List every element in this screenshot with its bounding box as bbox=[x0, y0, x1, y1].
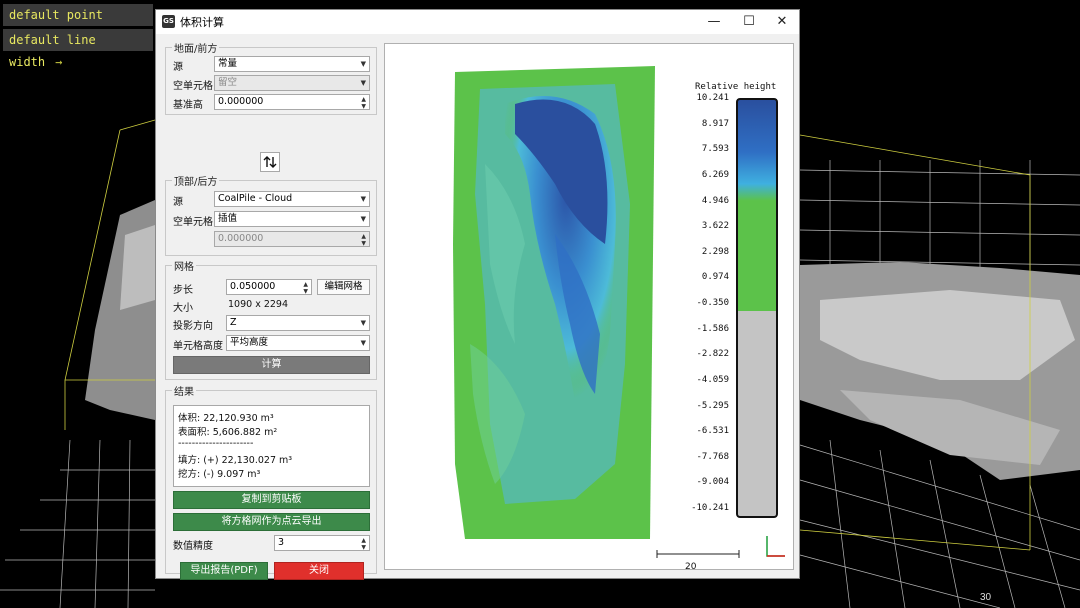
chevron-down-icon: ▼ bbox=[360, 319, 366, 327]
color-scale-bar bbox=[736, 98, 778, 518]
swap-arrows-icon bbox=[263, 156, 277, 168]
color-scale-tick-label: -2.822 bbox=[696, 349, 729, 360]
top-value: 0.000000 bbox=[218, 233, 264, 244]
spin-arrows-icon[interactable]: ▲ ▼ bbox=[361, 537, 366, 550]
chevron-down-icon: ▼ bbox=[360, 79, 366, 87]
settings-panel: 地面/前方 源 常量 ▼ 空单元格 留空 ▼ 基准高 0.000000 ▲▼ bbox=[156, 34, 381, 580]
color-scale-tick-label: 3.622 bbox=[701, 221, 729, 232]
step-value: 0.050000 bbox=[230, 281, 276, 292]
cell-height-value: 平均高度 bbox=[230, 337, 269, 348]
viewer-scale-label: 30 bbox=[980, 592, 992, 603]
ground-source-label: 源 bbox=[173, 62, 183, 73]
cell-height-select[interactable]: 平均高度 ▼ bbox=[226, 335, 370, 351]
color-scale-tick-label: -4.059 bbox=[696, 374, 729, 385]
ground-source-value: 常量 bbox=[218, 58, 238, 69]
maximize-button[interactable]: ☐ bbox=[731, 10, 767, 34]
ground-source-select[interactable]: 常量 ▼ bbox=[214, 56, 370, 72]
precision-label: 数值精度 bbox=[173, 541, 213, 552]
color-scale-tick-label: 4.946 bbox=[701, 195, 729, 206]
grid-size-value: 1090 x 2294 bbox=[228, 299, 289, 310]
precision-value: 3 bbox=[278, 537, 285, 548]
height-map-canvas bbox=[453, 66, 785, 558]
title-bar[interactable]: GS 体积计算 — ☐ ✕ bbox=[156, 10, 799, 34]
copy-to-clipboard-button[interactable]: 复制到剪贴板 bbox=[173, 491, 370, 509]
color-scale-tick-label: -5.295 bbox=[696, 400, 729, 411]
color-scale-tick-label: -9.004 bbox=[696, 477, 729, 488]
axis-indicator-icon bbox=[766, 536, 785, 557]
results-group-title: 结果 bbox=[172, 383, 196, 398]
ground-group: 地面/前方 源 常量 ▼ 空单元格 留空 ▼ 基准高 0.000000 ▲ ▼ bbox=[165, 40, 377, 115]
ground-group-title: 地面/前方 bbox=[172, 40, 220, 55]
top-group: 顶部/后方 源 CoalPile - Cloud ▼ 空单元格 插值 ▼ 0.0… bbox=[165, 173, 377, 256]
projection-value: Z bbox=[230, 317, 237, 328]
color-scale-tick-label: 6.269 bbox=[701, 169, 729, 180]
results-group: 结果 体积: 22,120.930 m³ 表面积: 5,606.882 m² -… bbox=[165, 383, 377, 580]
scale-bar-line bbox=[656, 550, 740, 558]
top-empty-cell-value: 插值 bbox=[218, 213, 238, 224]
close-window-button[interactable]: ✕ bbox=[764, 10, 800, 34]
base-height-spinbox[interactable]: 0.000000 ▲ ▼ bbox=[214, 94, 370, 110]
edit-grid-button[interactable]: 编辑网格 bbox=[317, 279, 370, 295]
chevron-down-icon: ▼ bbox=[360, 60, 366, 68]
spin-arrows-icon[interactable]: ▲ ▼ bbox=[303, 281, 308, 294]
size-label: 大小 bbox=[173, 303, 193, 314]
app-logo-icon: GS bbox=[162, 15, 175, 28]
spin-arrows-icon[interactable]: ▲ ▼ bbox=[361, 233, 366, 246]
result-separator: ---------------------- bbox=[178, 438, 254, 449]
top-source-select[interactable]: CoalPile - Cloud ▼ bbox=[214, 191, 370, 207]
projection-select[interactable]: Z ▼ bbox=[226, 315, 370, 331]
chevron-down-icon: ▼ bbox=[360, 339, 366, 347]
color-scale-tick-label: 0.974 bbox=[701, 272, 729, 283]
surface-result: 表面积: 5,606.882 m² bbox=[178, 427, 278, 438]
color-scale-tick-label: -7.768 bbox=[696, 451, 729, 462]
ground-empty-cell-select[interactable]: 留空 ▼ bbox=[214, 75, 370, 91]
volume-result: 体积: 22,120.930 m³ bbox=[178, 413, 274, 424]
cell-height-label: 单元格高度 bbox=[173, 341, 223, 352]
added-volume-result: 填方: (+) 22,130.027 m³ bbox=[178, 455, 293, 466]
overlay-label-point-size: default point size→ bbox=[3, 4, 153, 44]
ground-empty-cell-value: 留空 bbox=[218, 77, 238, 88]
projection-label: 投影方向 bbox=[173, 321, 213, 332]
window-title: 体积计算 bbox=[180, 16, 224, 29]
top-empty-cell-select[interactable]: 插值 ▼ bbox=[214, 211, 370, 227]
chevron-down-icon: ▼ bbox=[360, 195, 366, 203]
ground-empty-cell-label: 空单元格 bbox=[173, 81, 213, 92]
export-report-pdf-button[interactable]: 导出报告(PDF) bbox=[180, 562, 268, 580]
color-scale-tick-label: -6.531 bbox=[696, 426, 729, 437]
color-scale-tick-label: 10.241 bbox=[696, 93, 729, 103]
removed-volume-result: 挖方: (-) 9.097 m³ bbox=[178, 469, 261, 480]
volume-calculation-dialog: GS 体积计算 — ☐ ✕ 地面/前方 源 常量 ▼ 空单元格 留空 ▼ 基准高… bbox=[155, 9, 800, 580]
top-empty-cell-label: 空单元格 bbox=[173, 217, 213, 228]
minimize-button[interactable]: — bbox=[696, 10, 732, 34]
top-group-title: 顶部/后方 bbox=[172, 173, 220, 188]
height-map bbox=[453, 66, 655, 539]
top-source-value: CoalPile - Cloud bbox=[218, 193, 293, 204]
color-scale-tick-label: -10.241 bbox=[691, 503, 729, 513]
top-value-spinbox[interactable]: 0.000000 ▲ ▼ bbox=[214, 231, 370, 247]
height-map-view[interactable]: Relative height 10.241 8.917 7.593 6.269 4.9… bbox=[384, 43, 794, 572]
color-scale-tick-label: -0.350 bbox=[696, 298, 729, 308]
base-height-label: 基准高 bbox=[173, 100, 203, 111]
top-source-label: 源 bbox=[173, 197, 183, 208]
compute-button[interactable]: 计算 bbox=[173, 356, 370, 374]
spin-arrows-icon[interactable]: ▲ ▼ bbox=[361, 96, 366, 109]
legend-title: Relative height bbox=[695, 82, 777, 92]
results-text-box[interactable]: 体积: 22,120.930 m³ 表面积: 5,606.882 m² ----… bbox=[173, 405, 370, 487]
color-scale-tick-label: 8.917 bbox=[701, 118, 729, 129]
close-button[interactable]: 关闭 bbox=[274, 562, 364, 580]
step-label: 步长 bbox=[173, 285, 193, 296]
export-grid-as-cloud-button[interactable]: 将方格网作为点云导出 bbox=[173, 513, 370, 531]
overlay-label-line-width: default line width → bbox=[3, 29, 153, 69]
color-scale-tick-label: 2.298 bbox=[701, 246, 729, 257]
swap-button[interactable] bbox=[260, 152, 280, 172]
grid-group-title: 网格 bbox=[172, 258, 196, 273]
step-spinbox[interactable]: 0.050000 ▲ ▼ bbox=[226, 279, 312, 295]
chevron-down-icon: ▼ bbox=[360, 215, 366, 223]
color-scale-tick-label: -1.586 bbox=[696, 323, 729, 334]
grid-group: 网格 步长 0.050000 ▲ ▼ 编辑网格 大小 1090 x 2294 投影… bbox=[165, 258, 377, 380]
base-height-value: 0.000000 bbox=[218, 96, 264, 107]
scale-bar-label: 20 bbox=[685, 562, 697, 572]
color-scale-tick-label: 7.593 bbox=[701, 144, 729, 155]
precision-spinbox[interactable]: 3 ▲ ▼ bbox=[274, 535, 370, 551]
